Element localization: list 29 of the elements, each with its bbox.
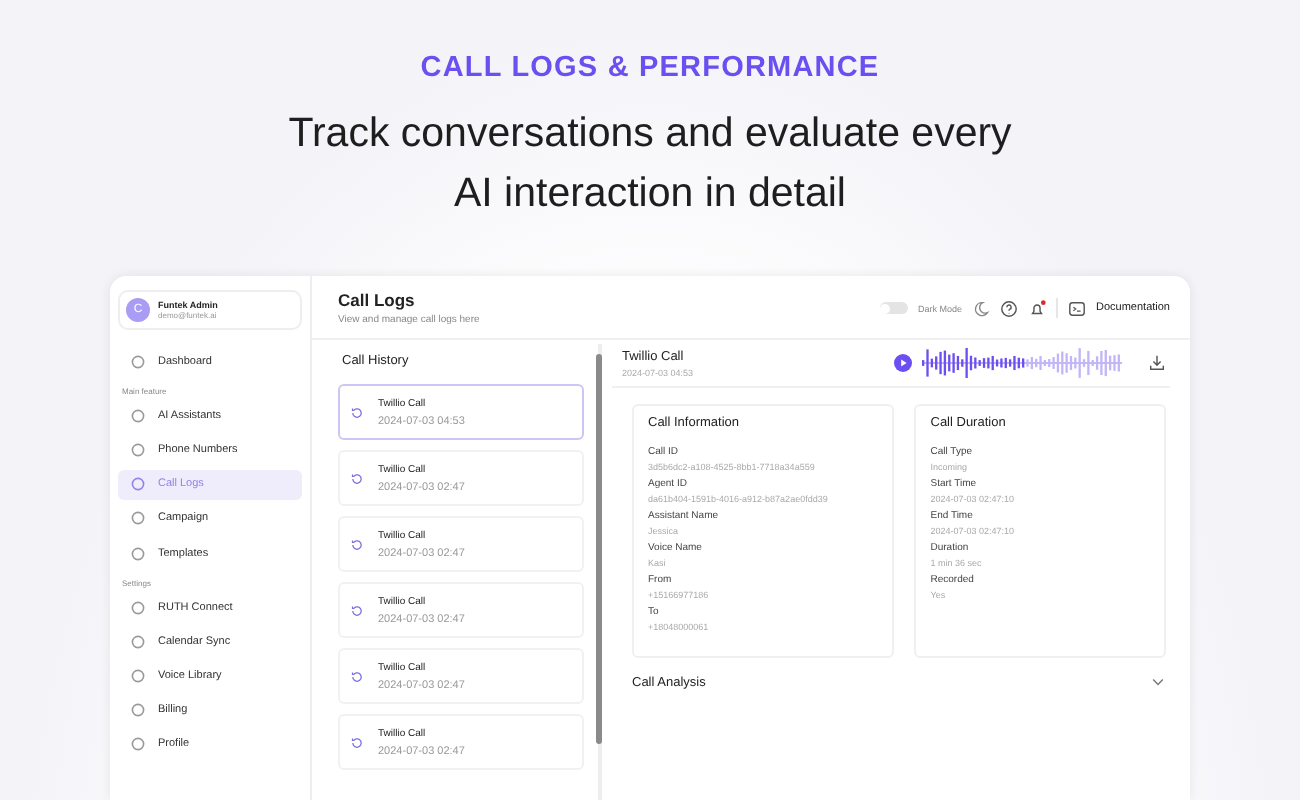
history-icon — [350, 669, 364, 683]
chevron-icon — [1150, 674, 1166, 690]
circle-icon — [130, 736, 146, 753]
dark-mode-toggle[interactable] — [879, 302, 908, 314]
history-icon — [350, 603, 364, 617]
bell-icon[interactable] — [1028, 299, 1046, 317]
circle-icon — [130, 702, 146, 719]
section-eyebrow: CALL LOGS & PERFORMANCE — [420, 52, 880, 84]
history-icon — [350, 471, 364, 485]
history-icon — [350, 537, 364, 551]
circle-icon — [130, 633, 146, 650]
circle-icon — [130, 668, 146, 685]
circle-icon — [130, 476, 146, 493]
history-icon — [350, 405, 364, 419]
terminal-icon[interactable] — [1068, 299, 1086, 317]
circle-icon — [130, 545, 146, 562]
page-title: Call Logs — [338, 290, 417, 310]
history-icon — [350, 735, 364, 749]
help-icon[interactable] — [1000, 299, 1018, 317]
circle-icon — [130, 441, 146, 458]
scrollbar[interactable] — [596, 354, 602, 744]
headline: Track conversations and evaluate every AI interaction in detail — [286, 108, 1014, 220]
circle-icon — [130, 599, 146, 616]
download-icon[interactable] — [1148, 354, 1166, 372]
circle-icon — [130, 407, 146, 424]
circle-icon — [130, 353, 146, 370]
circle-icon — [130, 510, 146, 527]
moon-icon[interactable] — [972, 299, 990, 317]
play-button[interactable] — [894, 354, 912, 372]
